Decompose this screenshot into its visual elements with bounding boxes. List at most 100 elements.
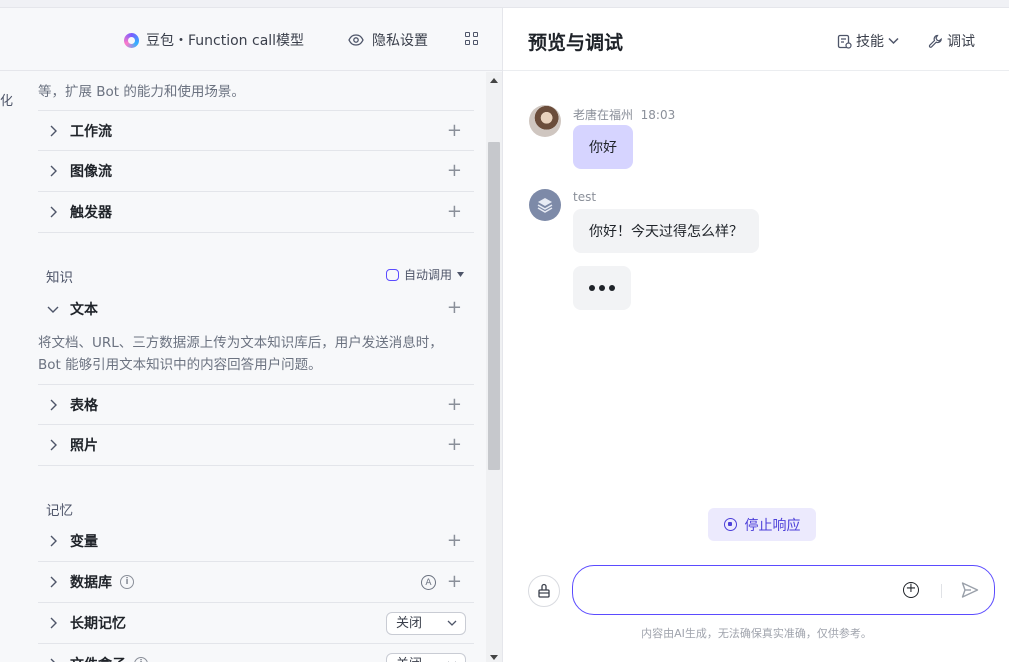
add-icon[interactable]: +	[447, 162, 462, 180]
skill-label: 触发器	[70, 205, 112, 221]
scroll-down-arrow-icon[interactable]	[490, 655, 498, 660]
add-icon[interactable]: +	[447, 203, 462, 221]
caret-down-icon	[457, 272, 464, 277]
skill-dropdown[interactable]: 技能	[837, 31, 899, 51]
info-icon[interactable]: i	[120, 575, 134, 589]
config-scrollbar[interactable]	[486, 72, 502, 662]
chevron-right-icon	[50, 658, 55, 662]
config-scroll-area: 等，扩展 Bot 的能力和使用场景。 工作流 + 图像流 + 触发器 + 知识 …	[26, 72, 486, 662]
skills-intro-text: 等，扩展 Bot 的能力和使用场景。	[38, 84, 245, 100]
user-message-meta: 老唐在福州 18:03	[573, 106, 675, 123]
model-selector[interactable]: 豆包・Function call模型	[124, 30, 304, 50]
preview-debug-panel: 预览与调试 技能 调试 老唐在福州 18:03 你好 test 你好！今天过得怎…	[502, 8, 1009, 662]
message-input[interactable]	[591, 578, 891, 602]
auto-call-label: 自动调用	[403, 268, 452, 282]
memory-item-variable[interactable]: 变量 +	[38, 521, 474, 562]
user-message-bubble: 你好	[573, 125, 633, 169]
model-label: 豆包・Function call模型	[146, 33, 305, 49]
grid-menu-icon[interactable]	[465, 32, 478, 45]
skill-label: 工作流	[70, 123, 112, 140]
memory-item-database[interactable]: 数据库 i A +	[38, 562, 474, 603]
add-icon[interactable]: +	[447, 396, 462, 414]
text-knowledge-desc-2: Bot 能够引用文本知识中的内容回答用户问题。	[38, 357, 322, 373]
clear-history-button[interactable]	[528, 575, 560, 607]
select-value: 关闭	[396, 616, 423, 631]
text-knowledge-desc-1: 将文档、URL、三方数据源上传为文本知识库后，用户发送消息时，	[38, 335, 443, 351]
knowledge-item-text[interactable]: 文本 +	[38, 288, 474, 329]
truncated-text: 化	[0, 94, 14, 109]
chevron-down-icon	[447, 620, 457, 626]
chevron-right-icon	[50, 576, 57, 588]
message-input-box[interactable]: +	[572, 565, 995, 615]
skill-item-workflow[interactable]: 工作流 +	[38, 110, 474, 151]
typing-indicator	[573, 266, 631, 310]
doubao-logo-icon	[124, 32, 139, 48]
memory-label: 变量	[70, 534, 98, 550]
input-divider	[941, 584, 942, 598]
broom-icon	[538, 583, 550, 598]
skill-item-imageflow[interactable]: 图像流 +	[38, 151, 474, 192]
user-avatar	[529, 105, 561, 137]
add-icon[interactable]: +	[447, 299, 462, 317]
add-icon[interactable]: +	[447, 122, 462, 140]
info-icon[interactable]: i	[134, 657, 148, 662]
bot-icon	[385, 268, 399, 281]
chevron-right-icon	[50, 206, 57, 218]
scrollbar-thumb[interactable]	[488, 142, 500, 470]
select-value: 关闭	[396, 657, 422, 662]
top-strip	[0, 0, 1009, 8]
memory-item-long-term[interactable]: 长期记忆 关闭	[38, 603, 474, 644]
chevron-right-icon	[50, 125, 57, 136]
skill-label: 技能	[856, 34, 884, 50]
privacy-settings-button[interactable]: 隐私设置	[348, 30, 428, 50]
memory-label: 长期记忆	[70, 616, 126, 632]
bot-message-bubble: 你好！今天过得怎么样？	[573, 209, 759, 253]
skill-doc-icon	[837, 34, 852, 49]
knowledge-item-table[interactable]: 表格 +	[38, 384, 474, 425]
bot-config-panel: 豆包・Function call模型 隐私设置 化 等，扩展 Bot 的能力和使…	[0, 8, 502, 662]
skill-label: 图像流	[70, 164, 112, 180]
preview-title: 预览与调试	[528, 32, 624, 54]
chevron-down-icon	[47, 306, 59, 313]
eye-icon	[348, 34, 364, 46]
debug-button[interactable]: 调试	[928, 31, 975, 51]
memory-section-title: 记忆	[46, 503, 73, 519]
bot-avatar	[529, 189, 561, 221]
user-time: 18:03	[640, 108, 676, 122]
add-icon[interactable]: +	[447, 436, 462, 454]
scroll-up-arrow-icon[interactable]	[490, 78, 498, 83]
bot-name: test	[573, 190, 597, 204]
add-icon[interactable]: +	[447, 573, 462, 591]
stop-response-button[interactable]: 停止响应	[708, 508, 816, 541]
preview-header: 预览与调试 技能 调试	[503, 8, 1009, 71]
config-header: 豆包・Function call模型 隐私设置	[0, 8, 502, 71]
knowledge-item-photo[interactable]: 照片 +	[38, 425, 474, 466]
skill-item-trigger[interactable]: 触发器 +	[38, 192, 474, 233]
chevron-right-icon	[50, 617, 57, 629]
auto-mode-icon[interactable]: A	[421, 575, 436, 590]
chevron-right-icon	[50, 399, 57, 410]
stop-label: 停止响应	[744, 517, 801, 534]
debug-label: 调试	[947, 34, 975, 50]
add-attachment-icon[interactable]: +	[903, 582, 919, 598]
knowledge-section-title: 知识	[46, 270, 73, 286]
memory-item-file-box[interactable]: 文件盒子 i 关闭	[38, 644, 474, 662]
memory-label: 文件盒子	[70, 654, 126, 662]
add-icon[interactable]: +	[447, 532, 462, 550]
memory-label: 数据库	[70, 575, 112, 591]
wrench-icon	[928, 34, 942, 48]
ai-disclaimer: 内容由AI生成，无法确保真实准确，仅供参考。	[641, 627, 872, 640]
layers-icon	[537, 198, 553, 213]
knowledge-label: 照片	[70, 438, 98, 454]
stop-icon	[723, 518, 737, 531]
user-name: 老唐在福州	[573, 108, 634, 122]
chevron-right-icon	[50, 165, 57, 177]
file-box-select[interactable]: 关闭	[386, 653, 466, 662]
auto-call-dropdown[interactable]: 自动调用	[385, 266, 464, 283]
long-term-memory-select[interactable]: 关闭	[386, 612, 466, 635]
knowledge-label: 文本	[70, 301, 98, 318]
chevron-down-icon	[888, 37, 899, 45]
send-icon[interactable]	[961, 581, 979, 599]
privacy-label: 隐私设置	[372, 33, 428, 49]
chevron-right-icon	[50, 535, 57, 547]
